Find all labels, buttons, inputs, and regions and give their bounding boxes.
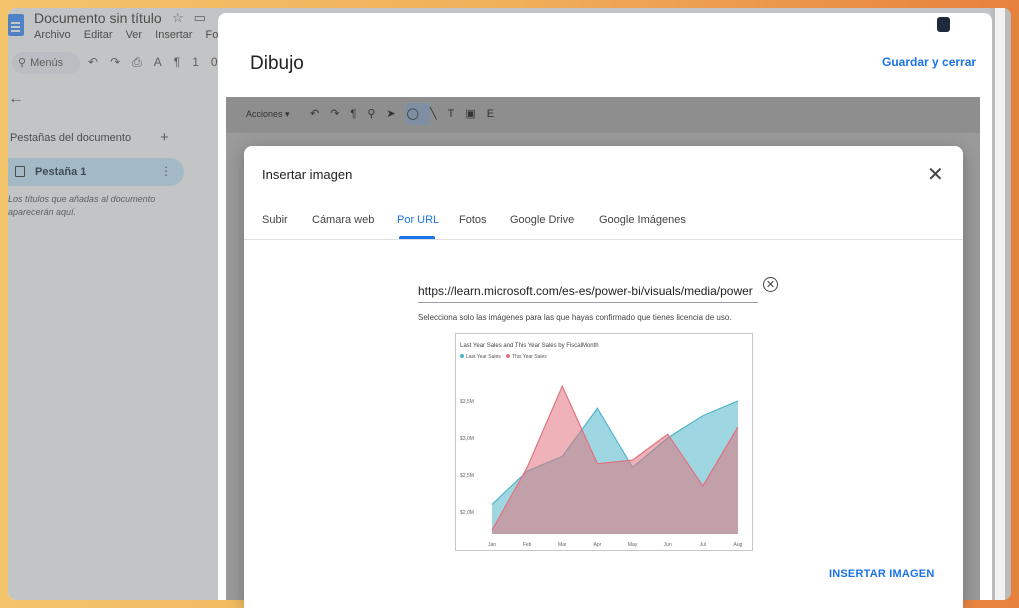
- x-tick-label: Feb: [523, 542, 532, 548]
- drawing-title: Dibujo: [250, 53, 304, 74]
- drawing-tool-icons: ↶↷¶⚲➤◯╲T▣E: [310, 107, 505, 120]
- x-tick-label: Jan: [488, 542, 496, 548]
- tab-por-url[interactable]: Por URL: [397, 214, 439, 226]
- zoom-icon[interactable]: ⚲: [367, 108, 386, 120]
- x-tick-label: May: [628, 542, 638, 548]
- url-input[interactable]: [418, 280, 758, 303]
- license-notice: Selecciona solo las imágenes para las qu…: [418, 313, 732, 322]
- line-icon[interactable]: ╲: [430, 108, 448, 120]
- extension-icon[interactable]: [937, 17, 950, 32]
- redo-icon[interactable]: ↷: [330, 108, 350, 120]
- insert-image-dialog: Insertar imagen ✕ Subir Cámara web Por U…: [244, 146, 963, 608]
- paint-format-icon[interactable]: ¶: [350, 108, 367, 120]
- drawing-toolbar: Acciones ▾ ↶↷¶⚲➤◯╲T▣E: [226, 97, 980, 133]
- tab-google-drive[interactable]: Google Drive: [510, 214, 574, 226]
- x-tick-label: Aug: [734, 542, 743, 548]
- insert-image-tabs: Subir Cámara web Por URL Fotos Google Dr…: [244, 206, 963, 240]
- area-chart: Last Year Sales and This Year Sales by F…: [460, 343, 743, 548]
- y-tick-label: $2,5M: [460, 473, 474, 479]
- y-tick-label: $3,0M: [460, 436, 474, 442]
- actions-menu[interactable]: Acciones ▾: [246, 109, 290, 120]
- scrollbar[interactable]: [991, 8, 1011, 600]
- x-tick-label: Jul: [700, 542, 706, 548]
- select-icon[interactable]: ➤: [386, 108, 406, 120]
- x-tick-label: Apr: [594, 542, 602, 548]
- active-tab-indicator: [399, 236, 435, 239]
- close-icon[interactable]: ✕: [927, 162, 944, 187]
- word-art-icon[interactable]: E: [487, 108, 505, 120]
- image-icon[interactable]: ▣: [465, 108, 486, 120]
- tab-subir[interactable]: Subir: [262, 214, 288, 226]
- legend-label: This Year Sales: [512, 354, 547, 360]
- chart-title: Last Year Sales and This Year Sales by F…: [460, 343, 599, 349]
- tab-camara-web[interactable]: Cámara web: [312, 214, 374, 226]
- insert-image-button[interactable]: INSERTAR IMAGEN: [829, 568, 934, 580]
- x-tick-label: Mar: [558, 542, 567, 548]
- legend-marker: [460, 354, 464, 358]
- legend-label: Last Year Sales: [466, 354, 501, 360]
- image-preview: Last Year Sales and This Year Sales by F…: [455, 333, 753, 551]
- tab-fotos[interactable]: Fotos: [459, 214, 487, 226]
- insert-image-title: Insertar imagen: [262, 167, 353, 182]
- legend-marker: [506, 354, 510, 358]
- tab-google-imagenes[interactable]: Google Imágenes: [599, 214, 686, 226]
- y-tick-label: $2,0M: [460, 510, 474, 516]
- undo-icon[interactable]: ↶: [310, 108, 330, 120]
- clear-url-icon[interactable]: ✕: [763, 277, 778, 292]
- shape-icon[interactable]: ◯: [407, 108, 430, 120]
- save-and-close-button[interactable]: Guardar y cerrar: [882, 55, 976, 69]
- textbox-icon[interactable]: T: [448, 108, 466, 120]
- x-tick-label: Jun: [664, 542, 672, 548]
- y-tick-label: $3,5M: [460, 399, 474, 405]
